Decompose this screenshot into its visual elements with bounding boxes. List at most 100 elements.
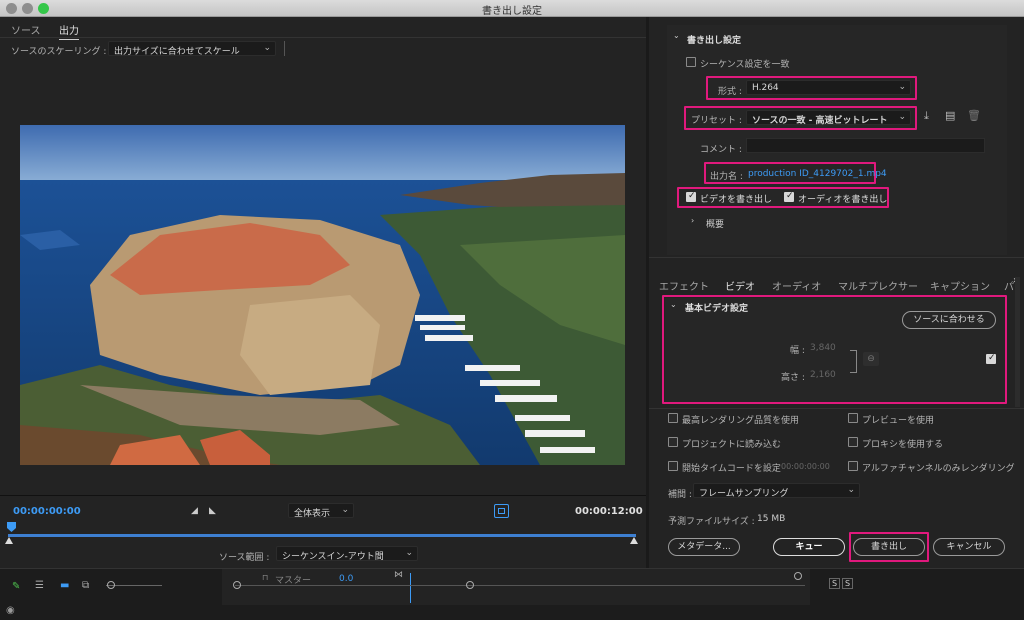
master-value[interactable]: 0.0	[339, 574, 353, 584]
use-previews-label: プレビューを使用	[862, 416, 935, 426]
tab-audio[interactable]: オーディオ	[772, 278, 821, 293]
basic-video-title: 基本ビデオ設定	[685, 304, 749, 314]
tab-captions[interactable]: キャプション	[930, 278, 990, 293]
export-settings-panel: ⌄ 書き出し設定 シーケンス設定を一致 形式 : H.264 ⌄ プリセット :…	[649, 17, 1024, 568]
zoom-value: 全体表示	[294, 509, 331, 519]
out-point-handle[interactable]	[630, 537, 638, 544]
queue-button[interactable]: キュー	[773, 538, 845, 556]
export-settings-title: 書き出し設定	[687, 36, 742, 46]
in-point-handle[interactable]	[5, 537, 13, 544]
estimated-size-value: 15 MB	[757, 514, 786, 524]
chevron-right-icon[interactable]: ›	[691, 216, 694, 225]
tab-divider	[0, 37, 646, 38]
marker-icon: ⋈	[394, 570, 403, 580]
divider	[649, 408, 1024, 409]
output-name-link[interactable]: production ID_4129702_1.mp4	[748, 169, 887, 179]
format-label: 形式 :	[718, 87, 742, 97]
lock-icon[interactable]: ⊓	[262, 573, 268, 582]
match-source-size-checkbox[interactable]	[986, 353, 996, 364]
timeline-range-bar[interactable]	[8, 534, 636, 537]
match-sequence-label: シーケンス設定を一致	[700, 60, 790, 70]
divider	[649, 257, 1024, 258]
comment-field[interactable]	[746, 138, 985, 153]
trash-icon[interactable]: 🗑	[967, 109, 981, 122]
freeform-view-icon[interactable]: ⧉	[82, 580, 89, 591]
scaling-value: 出力サイズに合わせてスケール	[114, 47, 240, 57]
tab-video[interactable]: ビデオ	[725, 278, 755, 296]
export-video-checkbox[interactable]	[686, 191, 696, 202]
chevron-down-icon: ⌄	[263, 43, 271, 53]
source-range-label: ソース範囲 :	[219, 553, 270, 563]
use-previews-checkbox[interactable]	[848, 413, 858, 423]
tab-effects[interactable]: エフェクト	[659, 278, 709, 293]
comment-label: コメント :	[700, 145, 742, 155]
width-value: 3,840	[810, 343, 836, 353]
solo-button-2[interactable]: S	[842, 578, 853, 589]
format-value: H.264	[752, 83, 779, 93]
chevron-down-icon: ⌄	[898, 82, 906, 92]
preset-label: プリセット :	[691, 116, 742, 126]
window-titlebar: 書き出し設定	[0, 0, 1024, 17]
use-proxies-checkbox[interactable]	[848, 437, 858, 447]
format-dropdown[interactable]: H.264 ⌄	[746, 80, 911, 95]
timecode-current[interactable]: 00:00:00:00	[13, 506, 81, 517]
source-range-dropdown[interactable]: シーケンスイン-アウト間 ⌄	[276, 546, 418, 562]
eye-icon[interactable]: ◉	[6, 605, 15, 616]
max-render-quality-checkbox[interactable]	[668, 413, 678, 423]
preset-dropdown[interactable]: ソースの一致 - 高速ビットレート ⌄	[746, 110, 911, 126]
max-render-quality-label: 最高レンダリング品質を使用	[682, 416, 800, 426]
import-preset-icon[interactable]: ▤	[945, 109, 955, 122]
scrollbar[interactable]	[1015, 277, 1020, 407]
export-video-label: ビデオを書き出し	[700, 195, 773, 205]
start-timecode-checkbox[interactable]	[668, 461, 678, 471]
preview-panel: ソース 出力 ソースのスケーリング : 出力サイズに合わせてスケール ⌄ 00:…	[0, 17, 646, 568]
preview-image	[20, 125, 625, 465]
tab-source[interactable]: ソース	[11, 22, 41, 37]
summary-label[interactable]: 概要	[706, 217, 724, 230]
tab-multiplexer[interactable]: マルチプレクサー	[838, 278, 918, 293]
match-source-button[interactable]: ソースに合わせる	[902, 311, 996, 329]
zoom-dropdown[interactable]: 全体表示 ⌄	[288, 503, 354, 519]
chevron-down-icon: ⌄	[898, 112, 906, 122]
mark-out-icon[interactable]: ◣	[209, 506, 216, 516]
interpolation-value: フレームサンプリング	[699, 489, 789, 499]
pencil-icon[interactable]: ✎	[12, 581, 20, 592]
scaling-dropdown[interactable]: 出力サイズに合わせてスケール ⌄	[108, 41, 276, 57]
match-sequence-checkbox[interactable]	[686, 57, 696, 67]
scroll-track[interactable]	[235, 585, 805, 586]
export-audio-checkbox[interactable]	[784, 191, 794, 202]
import-into-project-checkbox[interactable]	[668, 437, 678, 447]
divider	[0, 495, 646, 496]
solo-button[interactable]: S	[829, 578, 840, 589]
export-audio-label: オーディオを書き出し	[798, 195, 888, 205]
cancel-button[interactable]: キャンセル	[933, 538, 1005, 556]
interpolation-dropdown[interactable]: フレームサンプリング ⌄	[693, 483, 860, 499]
scroll-handle-left[interactable]	[233, 581, 241, 589]
zoom-slider-handle[interactable]	[107, 581, 115, 589]
preset-value: ソースの一致 - 高速ビットレート	[752, 116, 888, 126]
metadata-button[interactable]: メタデータ...	[668, 538, 740, 556]
render-alpha-checkbox[interactable]	[848, 461, 858, 471]
use-proxies-label: プロキシを使用する	[862, 440, 944, 450]
playhead-line	[410, 573, 411, 603]
scaling-label: ソースのスケーリング :	[11, 47, 107, 57]
chain-link-icon[interactable]: ⊖	[863, 352, 879, 366]
scroll-handle-right[interactable]	[794, 572, 802, 580]
chevron-down-icon: ⌄	[847, 485, 855, 495]
source-range-value: シーケンスイン-アウト間	[282, 552, 384, 562]
scroll-handle-mid[interactable]	[466, 581, 474, 589]
export-button[interactable]: 書き出し	[853, 538, 925, 556]
mark-in-icon[interactable]: ◢	[191, 506, 198, 516]
chevron-down-icon[interactable]: ⌄	[670, 300, 677, 309]
height-value: 2,160	[810, 370, 836, 380]
window-title: 書き出し設定	[482, 6, 542, 17]
icon-view-icon[interactable]: ▬	[60, 580, 69, 591]
crop-icon[interactable]	[494, 504, 509, 518]
chevron-down-icon[interactable]: ⌄	[673, 31, 680, 40]
list-view-icon[interactable]: ☰	[35, 580, 44, 591]
playhead-icon[interactable]	[7, 522, 16, 532]
save-preset-icon[interactable]: ⤓	[924, 109, 929, 123]
width-label: 幅 :	[790, 346, 805, 356]
start-timecode-value: 00:00:00:00	[781, 462, 830, 471]
link-bracket	[850, 350, 857, 373]
